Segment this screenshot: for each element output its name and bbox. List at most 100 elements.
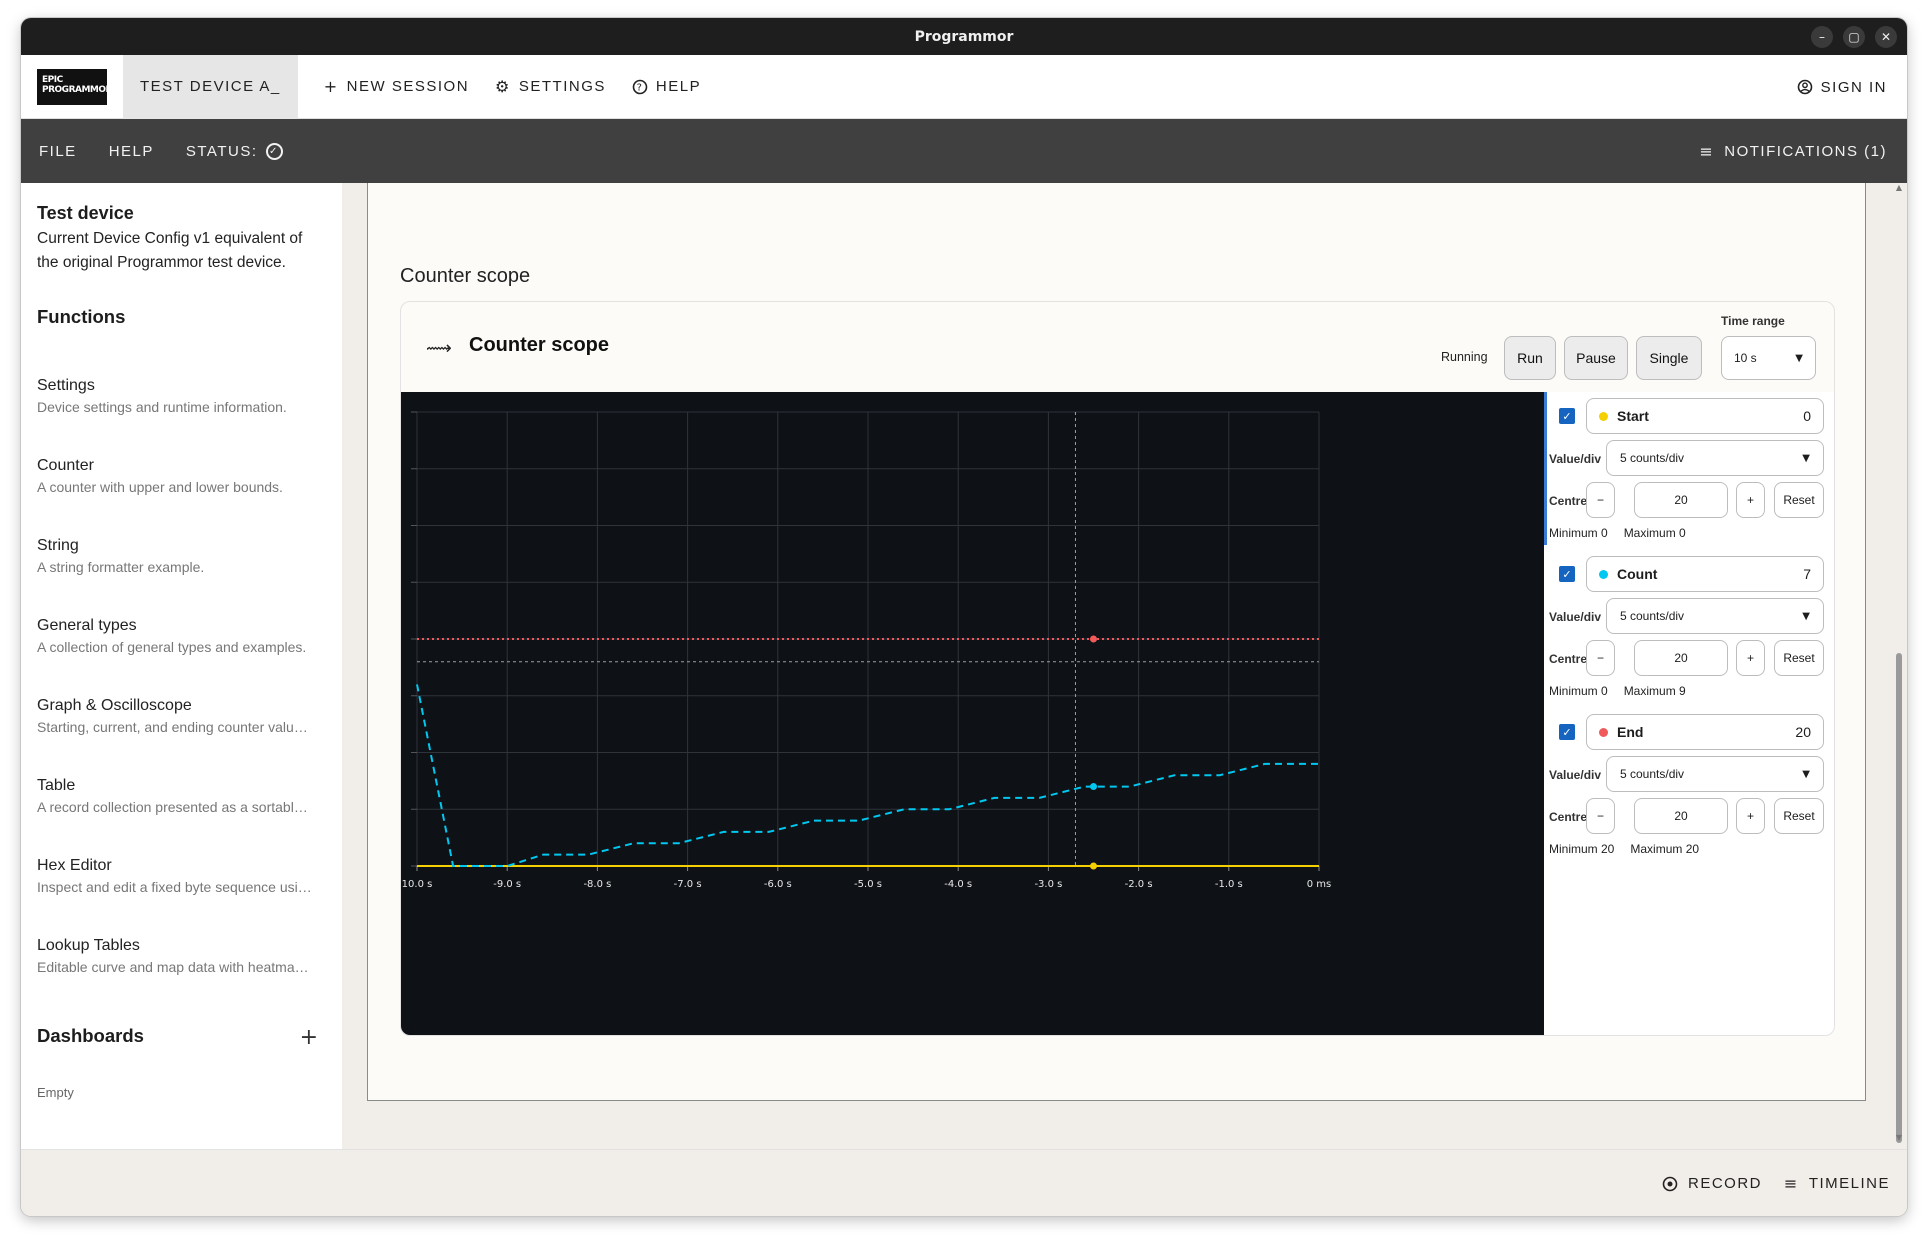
menu-bar: FILE HELP STATUS: ✓ ≡ NOTIFICATIONS (1) xyxy=(21,119,1907,183)
functions-heading: Functions xyxy=(37,306,126,327)
channel-color-dot xyxy=(1599,411,1608,421)
centre-decrement-button[interactable]: − xyxy=(1586,640,1615,676)
scroll-up-icon[interactable]: ▲ xyxy=(1894,183,1904,192)
centre-reset-button[interactable]: Reset xyxy=(1774,640,1824,676)
centre-decrement-button[interactable]: − xyxy=(1586,798,1615,834)
main-scrollbar[interactable]: ▲ ▼ xyxy=(1894,183,1904,1149)
channel-value: 0 xyxy=(1803,408,1811,424)
pulse-icon: ⟿ xyxy=(426,338,452,359)
x-tick-label: -5.0 s xyxy=(854,879,882,890)
sign-in-button[interactable]: SIGN IN xyxy=(1797,55,1887,119)
logo-line-2: PROGRAMMOR xyxy=(42,84,112,95)
sidebar-item-graph-oscilloscope[interactable]: Graph & Oscilloscope Starting, current, … xyxy=(37,697,327,735)
function-name: Graph & Oscilloscope xyxy=(37,697,192,714)
maximize-button[interactable]: ▢ xyxy=(1843,26,1865,48)
scope-plot[interactable]: 10.0 s -9.0 s -8.0 s -7.0 s -6.0 s -5.0 s -4.0… xyxy=(401,392,1544,1035)
function-name: Counter xyxy=(37,457,94,474)
channel-max: Maximum 20 xyxy=(1630,842,1700,856)
run-button[interactable]: Run xyxy=(1504,336,1556,380)
value-div-select[interactable]: 5 counts/div ▼ xyxy=(1606,440,1824,476)
centre-increment-button[interactable]: + xyxy=(1736,640,1765,676)
settings-button[interactable]: ⚙ SETTINGS xyxy=(495,77,606,96)
scope-title: Counter scope xyxy=(469,334,610,356)
function-panel: Counter scope ⟿ Counter scope Running Ru… xyxy=(367,183,1866,1101)
centre-input[interactable]: 20 xyxy=(1634,482,1728,518)
new-session-label: NEW SESSION xyxy=(346,78,470,95)
x-tick-label: -6.0 s xyxy=(764,879,792,890)
close-button[interactable]: ✕ xyxy=(1875,26,1897,48)
channel-checkbox[interactable]: ✓ xyxy=(1559,408,1575,424)
chevron-down-icon: ▼ xyxy=(1802,768,1810,780)
new-session-button[interactable]: + NEW SESSION xyxy=(324,77,469,96)
notifications-button[interactable]: ≡ NOTIFICATIONS (1) xyxy=(1699,119,1887,183)
section-label: Counter scope xyxy=(400,265,531,287)
add-dashboard-icon[interactable]: + xyxy=(300,1025,318,1050)
timeline-button[interactable]: ≡ TIMELINE xyxy=(1784,1150,1890,1216)
main-content: Counter scope ⟿ Counter scope Running Ru… xyxy=(342,183,1907,1149)
sidebar-item-lookup-tables[interactable]: Lookup Tables Editable curve and map dat… xyxy=(37,937,327,975)
sidebar-item-general-types[interactable]: General types A collection of general ty… xyxy=(37,617,327,655)
centre-increment-button[interactable]: + xyxy=(1736,798,1765,834)
marker-start xyxy=(1090,862,1097,870)
device-tab[interactable]: TEST DEVICE A_ xyxy=(123,54,298,119)
channel-checkbox[interactable]: ✓ xyxy=(1559,724,1575,740)
function-desc: A record collection presented as a sorta… xyxy=(37,799,308,815)
channel-name-field[interactable]: Count 7 xyxy=(1586,556,1824,592)
channel-name: Count xyxy=(1617,566,1658,582)
sidebar-item-counter[interactable]: Counter A counter with upper and lower b… xyxy=(37,457,327,495)
function-name: General types xyxy=(37,617,137,634)
status-menu[interactable]: STATUS: ✓ xyxy=(185,142,283,160)
scope-state: Running xyxy=(1441,350,1488,364)
menu-lines-icon: ≡ xyxy=(1699,141,1715,161)
function-name: Lookup Tables xyxy=(37,937,140,954)
channel-name-field[interactable]: Start 0 xyxy=(1586,398,1824,434)
centre-increment-button[interactable]: + xyxy=(1736,482,1765,518)
scroll-down-icon[interactable]: ▼ xyxy=(1894,1133,1904,1142)
record-button[interactable]: RECORD xyxy=(1662,1150,1762,1216)
minimize-button[interactable]: – xyxy=(1811,26,1833,48)
chevron-down-icon: ▼ xyxy=(1802,452,1810,464)
window-title: Programmor xyxy=(914,28,1014,45)
channel-name-field[interactable]: End 20 xyxy=(1586,714,1824,750)
channel-min-max: Minimum 20 Maximum 20 xyxy=(1549,842,1699,856)
app-logo: EPIC PROGRAMMOR xyxy=(37,68,112,105)
time-range-select[interactable]: 10 s ▼ xyxy=(1721,336,1816,380)
sidebar-item-settings[interactable]: Settings Device settings and runtime inf… xyxy=(37,377,327,415)
centre-reset-button[interactable]: Reset xyxy=(1774,482,1824,518)
sidebar-item-table[interactable]: Table A record collection presented as a… xyxy=(37,777,327,815)
channel-checkbox[interactable]: ✓ xyxy=(1559,566,1575,582)
help-menu[interactable]: HELP xyxy=(109,143,154,160)
x-tick-label: -3.0 s xyxy=(1034,879,1062,890)
channel-min: Minimum 0 xyxy=(1549,684,1608,698)
function-name: Settings xyxy=(37,377,95,394)
value-div-select[interactable]: 5 counts/div ▼ xyxy=(1606,598,1824,634)
value-div-label: Value/div xyxy=(1549,452,1602,466)
help-circle-icon: ? xyxy=(632,79,648,94)
bottom-bar: RECORD ≡ TIMELINE xyxy=(21,1149,1907,1216)
status-label: STATUS: xyxy=(185,142,258,160)
notifications-label: NOTIFICATIONS (1) xyxy=(1724,142,1887,160)
scope-svg: 10.0 s -9.0 s -8.0 s -7.0 s -6.0 s -5.0 s -4.0… xyxy=(402,411,1332,890)
function-desc: A string formatter example. xyxy=(37,559,205,575)
value-div-select[interactable]: 5 counts/div ▼ xyxy=(1606,756,1824,792)
sidebar-item-string[interactable]: String A string formatter example. xyxy=(37,537,327,575)
centre-input[interactable]: 20 xyxy=(1634,798,1728,834)
chevron-down-icon: ▼ xyxy=(1802,610,1810,622)
file-menu[interactable]: FILE xyxy=(39,143,77,160)
sidebar-item-hex-editor[interactable]: Hex Editor Inspect and edit a fixed byte… xyxy=(37,857,327,895)
centre-decrement-button[interactable]: − xyxy=(1586,482,1615,518)
single-button[interactable]: Single xyxy=(1636,336,1702,380)
account-icon xyxy=(1797,79,1812,95)
channel-end: ✓ End 20 Value/div 5 counts/div ▼ Centre xyxy=(1544,708,1834,866)
marker-end xyxy=(1090,635,1097,643)
gear-icon: ⚙ xyxy=(495,77,511,96)
pause-button[interactable]: Pause xyxy=(1564,336,1628,380)
channel-min: Minimum 0 xyxy=(1549,526,1608,540)
marker-count xyxy=(1090,783,1097,791)
help-button[interactable]: ? HELP xyxy=(632,78,701,95)
centre-reset-button[interactable]: Reset xyxy=(1774,798,1824,834)
x-tick-label: 0 ms xyxy=(1307,879,1332,890)
centre-input[interactable]: 20 xyxy=(1634,640,1728,676)
timeline-label: TIMELINE xyxy=(1808,1175,1890,1192)
scroll-thumb[interactable] xyxy=(1896,653,1902,1143)
